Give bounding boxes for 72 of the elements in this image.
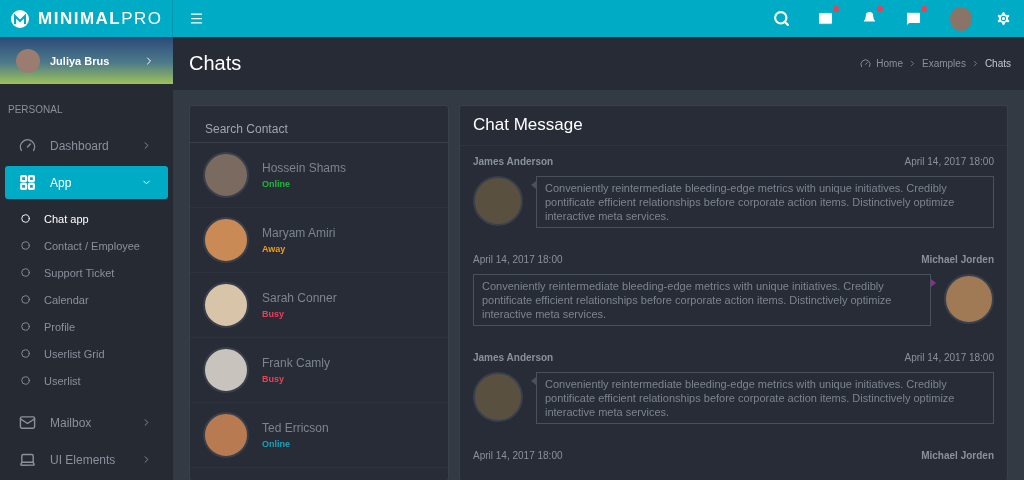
contact-name: Frank Camly <box>262 356 330 370</box>
bubble-tail-icon <box>931 279 936 287</box>
card-heading: Search Contact <box>190 106 448 143</box>
card-heading: Chat Message <box>460 106 1007 146</box>
section-heading: PERSONAL <box>7 103 64 118</box>
sender-name: Michael Jorden <box>921 450 994 461</box>
circle-icon <box>21 214 30 224</box>
submenu-item[interactable]: Userlist Grid <box>0 340 173 368</box>
message-bubble: Conveniently reintermediate bleeding-edge metrics with unique initiatives. Credibly pontificate efficient relationships before corporate action items. Distinctively optimize interactive meta services. <box>536 176 994 228</box>
submenu-item[interactable]: Contact / Employee <box>0 232 173 260</box>
message-time: April 14, 2017 18:00 <box>904 156 994 167</box>
avatar-photo-placeholder <box>203 282 249 328</box>
circle-icon <box>21 349 30 359</box>
avatar-photo-placeholder <box>203 412 249 458</box>
contact-item[interactable]: Ted Erricson Online <box>190 403 448 468</box>
mail-icon <box>19 414 36 432</box>
circle-icon <box>21 268 30 278</box>
contact-item[interactable]: Hossein Shams Online <box>190 143 448 208</box>
contact-item[interactable]: Sarah Conner Busy <box>190 273 448 338</box>
brand-name: MINIMALPRO <box>38 8 163 29</box>
submenu-item[interactable]: Support Ticket <box>0 259 173 287</box>
contact-name: Sarah Conner <box>262 291 337 305</box>
sidebar-item[interactable]: UI Elements <box>5 443 168 476</box>
submenu-item[interactable]: Calendar <box>0 286 173 314</box>
contact-name: Maryam Amiri <box>262 226 336 240</box>
message-bubble: Conveniently reintermediate bleeding-edge metrics with unique initiatives. Credibly pontificate efficient relationships before corporate action items. Distinctively optimize interactive meta services. <box>473 274 931 326</box>
bubble-tail-icon <box>531 181 536 189</box>
message-time: April 14, 2017 18:00 <box>473 450 563 461</box>
gauge-icon <box>860 58 872 69</box>
message-bubble: Conveniently reintermediate bleeding-edge metrics with unique initiatives. Credibly pontificate efficient relationships before corporate action items. Distinctively optimize interactive meta services. <box>536 372 994 424</box>
avatar-photo-placeholder <box>473 176 523 226</box>
menu-icon[interactable] <box>188 11 204 26</box>
avatar-photo-placeholder <box>203 217 249 263</box>
avatar-photo-placeholder <box>944 274 994 324</box>
contact-item[interactable]: Frank Camly Busy <box>190 338 448 403</box>
user-avatar <box>16 48 40 73</box>
contact-name: Ted Erricson <box>262 421 329 435</box>
bubble-tail-icon <box>531 377 536 385</box>
circle-icon <box>21 241 30 251</box>
contact-item[interactable]: Maryam Amiri Away <box>190 208 448 273</box>
sidebar-item[interactable]: Mailbox <box>5 406 168 440</box>
page-title: Chats <box>189 52 242 75</box>
contact-name: Hossein Shams <box>262 161 347 175</box>
sender-name: James Anderson <box>473 156 554 167</box>
submenu-item[interactable]: Chat app <box>0 205 173 233</box>
submenu-item[interactable]: Userlist <box>0 367 173 395</box>
user-name: Juliya Brus <box>50 54 111 67</box>
contact-status: Busy <box>262 374 285 384</box>
circle-icon <box>21 376 30 386</box>
contact-status: Online <box>262 439 291 449</box>
message-time: April 14, 2017 18:00 <box>473 254 563 265</box>
sender-name: James Anderson <box>473 352 554 363</box>
breadcrumb-link[interactable]: Examples <box>921 58 966 69</box>
message-time: April 14, 2017 18:00 <box>904 352 994 363</box>
sidebar-item[interactable]: App <box>5 166 168 200</box>
avatar-photo-placeholder <box>203 347 249 393</box>
avatar-photo-placeholder <box>203 152 249 198</box>
laptop-icon <box>19 451 36 469</box>
circle-icon <box>21 322 30 332</box>
breadcrumb-link[interactable]: Home <box>876 58 903 69</box>
contact-status: Away <box>262 244 287 254</box>
breadcrumb-link[interactable]: Chats <box>984 58 1011 69</box>
sidebar-item[interactable]: Dashboard <box>5 129 168 163</box>
avatar-photo-placeholder <box>473 372 523 422</box>
contact-status: Busy <box>262 309 285 319</box>
circle-icon <box>21 295 30 305</box>
sender-name: Michael Jorden <box>921 254 994 265</box>
user-avatar-button[interactable] <box>950 7 972 30</box>
contact-status: Online <box>262 179 291 189</box>
grid-icon <box>19 174 36 192</box>
logo-icon <box>10 8 30 29</box>
submenu-item[interactable]: Profile <box>0 313 173 341</box>
